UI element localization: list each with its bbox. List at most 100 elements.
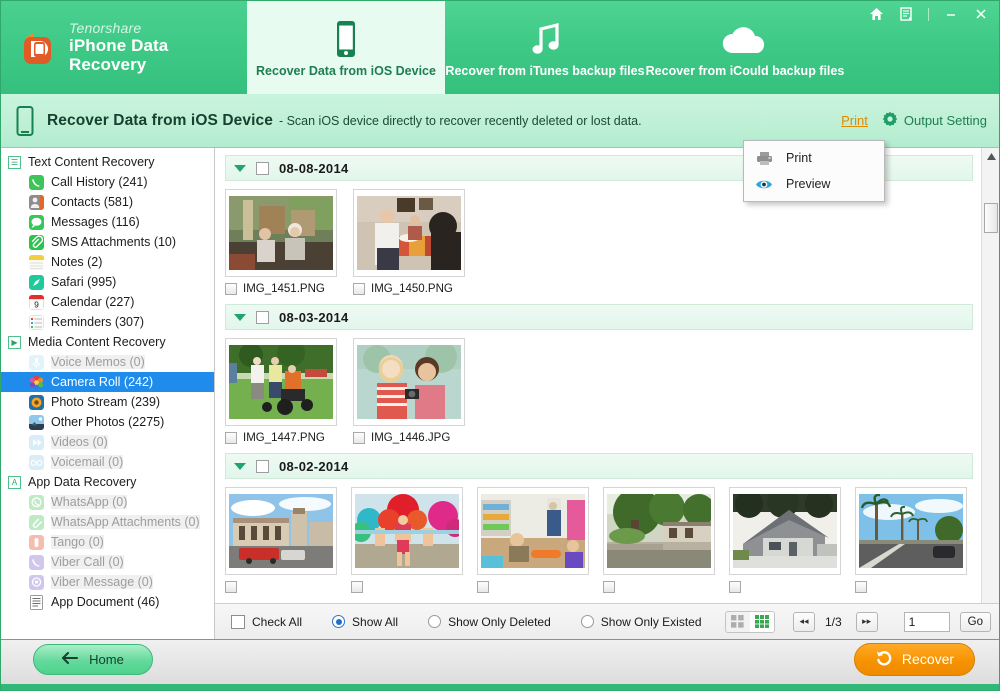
print-menu-item-preview[interactable]: Preview — [744, 171, 884, 197]
file-checkbox[interactable] — [603, 581, 615, 593]
file-cell[interactable]: IMG_1446.JPG — [353, 338, 481, 444]
file-cell[interactable] — [603, 487, 729, 593]
sidebar-item-messages[interactable]: Messages (116) — [1, 212, 214, 232]
file-checkbox[interactable] — [225, 581, 237, 593]
print-menu-item-print[interactable]: Print — [744, 145, 884, 171]
date-group-checkbox[interactable] — [256, 310, 269, 324]
sidebar-item-whatsapp[interactable]: WhatsApp (0) — [1, 492, 214, 512]
sidebar-group-app-data-recovery[interactable]: A App Data Recovery — [1, 472, 214, 492]
list-view-icon[interactable] — [726, 612, 750, 632]
file-checkbox[interactable] — [729, 581, 741, 593]
sidebar-item-notes[interactable]: Notes (2) — [1, 252, 214, 272]
tab-recover-from-icloud-backup[interactable]: Recover from iCould backup files — [645, 1, 845, 94]
sidebar-item-label: Voice Memos (0) — [51, 355, 145, 369]
radio-show-only-deleted[interactable] — [428, 615, 442, 628]
file-cell[interactable] — [729, 487, 855, 593]
print-button[interactable]: Print — [841, 113, 868, 128]
home-icon[interactable] — [866, 4, 886, 24]
sidebar-item-videos[interactable]: Videos (0) — [1, 432, 214, 452]
scrollbar-thumb[interactable] — [984, 203, 998, 233]
tab-recover-from-itunes-backup[interactable]: Recover from iTunes backup files — [445, 1, 645, 94]
sidebar-item-label: Tango (0) — [51, 535, 104, 549]
grid-view-icon[interactable] — [749, 611, 774, 632]
last-page-button[interactable]: ▸▸ — [855, 611, 878, 632]
thumbnail-box[interactable] — [225, 338, 337, 426]
file-checkbox[interactable] — [477, 581, 489, 593]
date-group-checkbox[interactable] — [256, 459, 269, 473]
sidebar-item-label: Voicemail (0) — [51, 455, 124, 469]
scroll-up-arrow-icon[interactable] — [982, 148, 999, 165]
filter-label: Show Only Existed — [600, 614, 702, 629]
sidebar-item-camera-roll[interactable]: Camera Roll (242) — [1, 372, 214, 392]
check-all-checkbox[interactable] — [231, 614, 245, 629]
sidebar-item-reminders[interactable]: Reminders (307) — [1, 312, 214, 332]
sidebar-item-other-photos[interactable]: Other Photos (2275) — [1, 412, 214, 432]
home-button[interactable]: Home — [33, 643, 153, 675]
filter-show-only-existed[interactable]: Show Only Existed — [580, 614, 702, 629]
sidebar-item-voicemail[interactable]: Voicemail (0) — [1, 452, 214, 472]
sidebar-item-label: WhatsApp (0) — [51, 495, 128, 509]
file-checkbox[interactable] — [225, 283, 237, 295]
chevron-down-icon[interactable] — [234, 462, 246, 470]
file-cell[interactable]: IMG_1447.PNG — [225, 338, 353, 444]
chevron-down-icon[interactable] — [234, 313, 246, 321]
sidebar-group-media-content-recovery[interactable]: ▶ Media Content Recovery — [1, 332, 214, 352]
output-setting-button[interactable]: Output Setting — [882, 111, 987, 130]
thumbnail-box[interactable] — [225, 189, 337, 277]
file-cell[interactable]: IMG_1450.PNG — [353, 189, 481, 295]
file-checkbox[interactable] — [351, 581, 363, 593]
sidebar-item-contacts[interactable]: Contacts (581) — [1, 192, 214, 212]
file-cell[interactable] — [225, 487, 351, 593]
thumbnail-box[interactable] — [225, 487, 337, 575]
file-cell[interactable] — [855, 487, 981, 593]
filter-show-only-deleted[interactable]: Show Only Deleted — [428, 615, 551, 629]
file-checkbox[interactable] — [353, 283, 365, 295]
thumbnail-box[interactable] — [603, 487, 715, 575]
sidebar-item-viber-call[interactable]: Viber Call (0) — [1, 552, 214, 572]
close-icon[interactable] — [971, 4, 991, 24]
go-button[interactable]: Go — [959, 611, 991, 632]
first-page-button[interactable]: ◂◂ — [792, 611, 815, 632]
brand-area: Tenorshare iPhone Data Recovery — [1, 1, 247, 94]
sidebar-item-safari[interactable]: Safari (995) — [1, 272, 214, 292]
sidebar-item-app-document[interactable]: App Document (46) — [1, 592, 214, 612]
thumbnail-box[interactable] — [855, 487, 967, 575]
sidebar-item-call-history[interactable]: Call History (241) — [1, 172, 214, 192]
file-cell[interactable] — [477, 487, 603, 593]
thumbnail-box[interactable] — [729, 487, 841, 575]
minimize-icon[interactable] — [941, 4, 961, 24]
tab-recover-from-ios-device[interactable]: Recover Data from iOS Device — [247, 1, 445, 94]
file-cell[interactable]: IMG_1451.PNG — [225, 189, 353, 295]
sidebar-group-text-content-recovery[interactable]: ☰ Text Content Recovery — [1, 152, 214, 172]
file-checkbox[interactable] — [225, 432, 237, 444]
sidebar-group-label: Media Content Recovery — [28, 335, 166, 349]
thumbnail-box[interactable] — [353, 189, 465, 277]
sidebar-item-photo-stream[interactable]: Photo Stream (239) — [1, 392, 214, 412]
view-mode-toggle — [724, 610, 775, 633]
filter-show-all[interactable]: Show All — [332, 615, 398, 629]
file-checkbox[interactable] — [353, 432, 365, 444]
file-footer — [225, 581, 351, 593]
radio-show-only-existed[interactable] — [580, 615, 594, 628]
page-number-input[interactable] — [903, 611, 950, 632]
sidebar-item-voice-memos[interactable]: Voice Memos (0) — [1, 352, 214, 372]
register-icon[interactable] — [896, 4, 916, 24]
recover-button[interactable]: Recover — [854, 642, 975, 676]
sidebar-item-viber-message[interactable]: Viber Message (0) — [1, 572, 214, 592]
check-all-control[interactable]: Check All — [231, 614, 302, 629]
thumbnail-box[interactable] — [351, 487, 463, 575]
sidebar-item-whatsapp-attachments[interactable]: WhatsApp Attachments (0) — [1, 512, 214, 532]
sidebar-item-tango[interactable]: Tango (0) — [1, 532, 214, 552]
file-checkbox[interactable] — [855, 581, 867, 593]
sidebar-item-label: SMS Attachments (10) — [51, 235, 177, 249]
chevron-down-icon[interactable] — [234, 164, 246, 172]
radio-show-all[interactable] — [332, 615, 346, 628]
undo-arrow-icon — [875, 650, 893, 669]
thumbnail-box[interactable] — [477, 487, 589, 575]
sidebar-item-sms-attachments[interactable]: SMS Attachments (10) — [1, 232, 214, 252]
thumbnail-box[interactable] — [353, 338, 465, 426]
date-group-checkbox[interactable] — [256, 161, 269, 175]
vertical-scrollbar[interactable] — [981, 148, 999, 603]
file-cell[interactable] — [351, 487, 477, 593]
sidebar-item-calendar[interactable]: 9 Calendar (227) — [1, 292, 214, 312]
